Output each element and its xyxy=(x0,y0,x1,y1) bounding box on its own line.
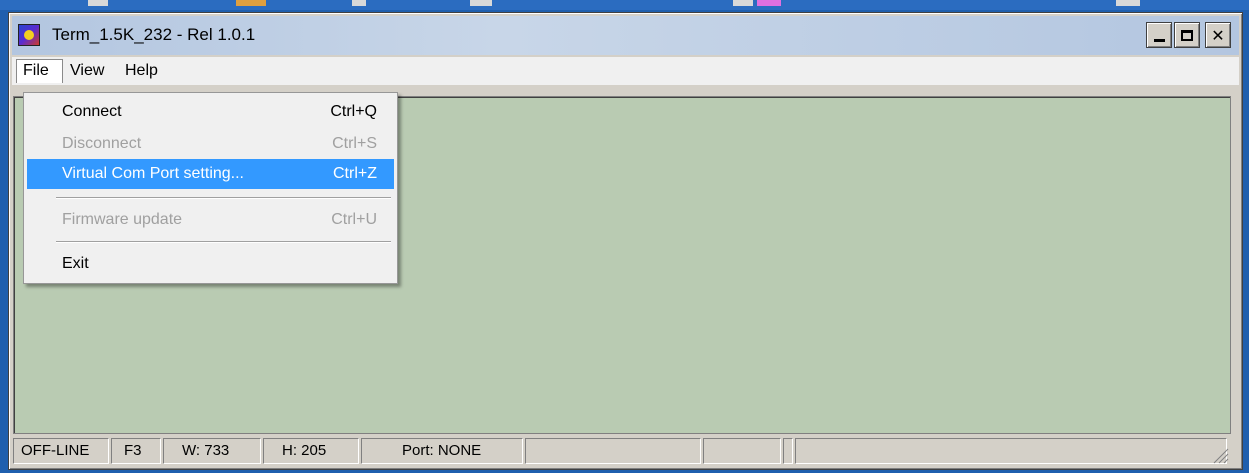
menu-item-shortcut: Ctrl+Z xyxy=(333,165,377,182)
menu-item-label: Disconnect xyxy=(62,135,142,152)
status-width: W: 733 xyxy=(163,438,261,464)
maximize-button[interactable] xyxy=(1174,22,1200,48)
menu-bar: File View Help xyxy=(12,57,1239,85)
menu-item-exit[interactable]: Exit xyxy=(27,249,394,279)
status-height: H: 205 xyxy=(263,438,359,464)
menu-item-firmware-update: Firmware update Ctrl+U xyxy=(27,205,394,235)
menu-item-disconnect: Disconnect Ctrl+S xyxy=(27,129,394,159)
title-bar[interactable]: Term_1.5K_232 - Rel 1.0.1 ✕ xyxy=(12,16,1239,55)
minimize-icon xyxy=(1153,38,1165,42)
menu-item-shortcut: Ctrl+S xyxy=(332,135,377,152)
menu-help[interactable]: Help xyxy=(119,59,164,83)
status-cell-empty xyxy=(703,438,781,464)
close-button[interactable]: ✕ xyxy=(1205,22,1231,48)
status-function: F3 xyxy=(111,438,161,464)
desktop-taskbar-strip xyxy=(0,0,1249,10)
status-cell-empty xyxy=(783,438,793,464)
menu-item-shortcut: Ctrl+Q xyxy=(330,103,377,120)
menu-view[interactable]: View xyxy=(64,59,110,83)
resize-grip-icon[interactable] xyxy=(1211,446,1229,464)
menu-item-connect[interactable]: Connect Ctrl+Q xyxy=(27,97,394,127)
status-cell-empty xyxy=(525,438,701,464)
menu-item-label: Firmware update xyxy=(62,211,183,228)
menu-item-label: Virtual Com Port setting... xyxy=(62,165,244,182)
menu-separator xyxy=(56,241,391,243)
status-bar: OFF-LINE F3 W: 733 H: 205 Port: NONE xyxy=(13,436,1231,466)
status-cell-empty xyxy=(795,438,1227,464)
menu-item-shortcut: Ctrl+U xyxy=(331,211,377,228)
menu-item-virtual-com-port-setting[interactable]: Virtual Com Port setting... Ctrl+Z xyxy=(27,159,394,189)
menu-item-label: Exit xyxy=(62,255,89,272)
close-icon: ✕ xyxy=(1211,25,1225,45)
minimize-button[interactable] xyxy=(1146,22,1172,48)
menu-file[interactable]: File xyxy=(16,59,63,83)
maximize-icon xyxy=(1181,29,1193,41)
menu-separator xyxy=(56,197,391,199)
file-menu-dropdown: Connect Ctrl+Q Disconnect Ctrl+S Virtual… xyxy=(23,92,398,284)
app-icon[interactable] xyxy=(18,24,40,46)
status-port: Port: NONE xyxy=(361,438,523,464)
status-connection: OFF-LINE xyxy=(13,438,109,464)
window-title: Term_1.5K_232 - Rel 1.0.1 xyxy=(52,25,256,44)
menu-item-label: Connect xyxy=(62,103,122,120)
